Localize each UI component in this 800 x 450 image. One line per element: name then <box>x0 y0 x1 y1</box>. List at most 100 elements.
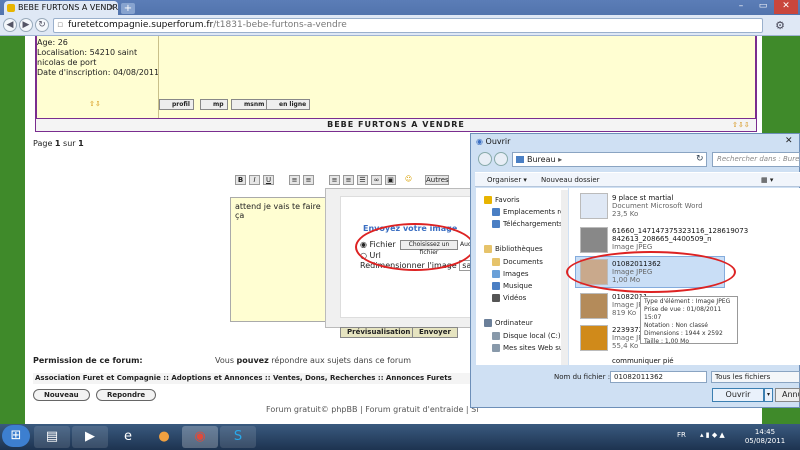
file-item[interactable]: 61660_147147375323116_128619073 842613_20… <box>612 227 748 251</box>
underline-button[interactable]: U <box>263 175 274 185</box>
image-thumbnail[interactable] <box>580 293 608 319</box>
nav-ordinateur[interactable]: Ordinateur <box>484 318 533 328</box>
preview-button[interactable]: Prévisualisation <box>340 327 418 338</box>
msnm-button[interactable]: msnm <box>231 99 269 110</box>
file-name: 9 place st martial <box>612 194 674 202</box>
align-center-icon[interactable]: ≡ <box>303 175 314 185</box>
nav-favoris[interactable]: Favoris <box>484 195 520 205</box>
nav-musique[interactable]: Musique <box>492 281 532 291</box>
file-item[interactable]: 9 place st martial Document Microsoft Wor… <box>612 194 703 218</box>
nav-bibliotheques[interactable]: Bibliothèques <box>484 244 543 254</box>
image-thumbnail[interactable] <box>580 325 608 351</box>
video-icon <box>492 294 500 302</box>
drive-icon <box>492 332 500 340</box>
media-player-icon[interactable]: ▶ <box>72 426 108 448</box>
dialog-title: ◉ Ouvrir <box>476 137 510 146</box>
nav-disque[interactable]: Disque local (C:) <box>492 331 561 341</box>
nav-documents[interactable]: Documents <box>492 257 543 267</box>
permission-prefix: Vous <box>215 356 237 365</box>
topic-arrows-icon[interactable]: ⇧⇩⇩ <box>732 121 750 129</box>
cancel-button[interactable]: Annu <box>775 388 800 402</box>
pager: Page 1 sur 1 <box>33 139 84 148</box>
browser-tab[interactable]: BEBE FURTONS A VENDRE ✕ <box>4 1 118 15</box>
tooltip-line: Dimensions : 1944 x 2592 <box>644 330 723 337</box>
word-doc-icon[interactable] <box>580 193 608 219</box>
bold-button[interactable]: B <box>235 175 246 185</box>
forward-icon[interactable]: ▶ <box>19 18 33 32</box>
reply-button[interactable]: Repondre <box>96 389 157 401</box>
clock-date: 05/08/2011 <box>744 437 786 445</box>
minimize-button[interactable]: – <box>730 0 752 14</box>
location-bar[interactable]: Bureau ▸ <box>512 152 707 167</box>
clock[interactable]: 14:45 05/08/2011 <box>740 428 790 446</box>
file-item[interactable]: communiquer pié <box>612 357 674 365</box>
new-folder-button[interactable]: Nouveau dossier <box>541 173 600 187</box>
tray-icons[interactable]: ▴ ▮ ◆ ▲ <box>700 431 725 439</box>
link-icon[interactable]: ∞ <box>371 175 382 185</box>
dialog-title-text: Ouvrir <box>485 137 511 146</box>
profile-panel: Age: 26 Localisation: 54210 saint nicola… <box>35 36 757 118</box>
image-thumbnail[interactable] <box>580 227 608 253</box>
organize-button[interactable]: Organiser ▾ <box>487 173 527 187</box>
address-bar[interactable]: ▫ furetetcompagnie.superforum.fr/t1831-b… <box>53 18 763 33</box>
page-icon: ▫ <box>57 20 64 30</box>
footer[interactable]: Forum gratuit© phpBB | Forum gratuit d'e… <box>266 405 478 414</box>
open-dropdown-icon[interactable]: ▾ <box>764 388 773 402</box>
file-size: 23,5 Ko <box>612 210 639 218</box>
dialog-search-input[interactable]: Rechercher dans : Bureau <box>712 152 800 167</box>
skype-icon[interactable]: S <box>220 426 256 448</box>
filetype-select[interactable]: Tous les fichiers <box>711 371 800 383</box>
start-button[interactable]: ⊞ <box>2 425 30 447</box>
tooltip-line: Notation : Non classé <box>644 322 708 329</box>
profile-location: Localisation: 54210 saint <box>37 48 138 57</box>
wrench-icon[interactable]: ⚙ <box>772 18 788 33</box>
align-right-icon[interactable]: ≡ <box>329 175 340 185</box>
nav-images[interactable]: Images <box>492 269 529 279</box>
new-tab-button[interactable]: + <box>121 3 135 14</box>
nav-videos[interactable]: Vidéos <box>492 293 526 303</box>
view-icon[interactable]: ▦ ▾ <box>761 173 773 187</box>
location-text: Bureau <box>527 155 556 164</box>
close-window-button[interactable]: ✕ <box>774 0 798 14</box>
tab-title: BEBE FURTONS A VENDRE <box>18 3 118 12</box>
firefox-icon[interactable]: ● <box>146 426 182 448</box>
list-icon[interactable]: ☰ <box>357 175 368 185</box>
navigation-pane: Favoris Emplacements ré Téléchargements … <box>476 188 568 365</box>
tooltip-line: Prise de vue : 01/08/2011 15:07 <box>644 306 722 321</box>
dialog-back-icon[interactable] <box>478 152 492 166</box>
new-topic-button[interactable]: Nouveau <box>33 389 90 401</box>
explorer-icon[interactable]: ▤ <box>34 426 70 448</box>
nav-sites[interactable]: Mes sites Web su <box>492 343 563 353</box>
justify-icon[interactable]: ≡ <box>343 175 354 185</box>
online-button[interactable]: en ligne <box>266 99 311 110</box>
arrows-icon[interactable]: ⇧⇩ <box>89 100 101 108</box>
italic-button[interactable]: I <box>249 175 260 185</box>
tab-close-icon[interactable]: ✕ <box>108 1 115 15</box>
dialog-refresh-icon[interactable]: ↻ <box>696 154 704 164</box>
dialog-close-icon[interactable]: ✕ <box>785 136 793 146</box>
open-button[interactable]: Ouvrir <box>712 388 764 402</box>
maximize-button[interactable]: ▭ <box>752 0 774 14</box>
breadcrumb[interactable]: Association Furet et Compagnie :: Adopti… <box>33 373 473 384</box>
favicon-icon <box>7 4 15 12</box>
ie-icon[interactable]: e <box>110 426 146 448</box>
nav-scrollbar[interactable] <box>561 190 568 365</box>
pm-button[interactable]: mp <box>200 99 228 110</box>
reload-icon[interactable]: ↻ <box>35 18 49 32</box>
dialog-toolbar: Organiser ▾ Nouveau dossier ▦ ▾ <box>475 172 800 187</box>
profile-button[interactable]: profil <box>159 99 194 110</box>
align-left-icon[interactable]: ≡ <box>289 175 300 185</box>
image-icon[interactable]: ▣ <box>385 175 396 185</box>
autres-button[interactable]: Autres <box>425 175 449 185</box>
filename-input[interactable]: 01082011362 <box>610 371 707 383</box>
language-indicator[interactable]: FR <box>677 431 686 439</box>
nav-telechargements[interactable]: Téléchargements <box>492 219 563 229</box>
back-icon[interactable]: ◀ <box>3 18 17 32</box>
chrome-taskbar-icon[interactable]: ◉ <box>182 426 218 448</box>
dialog-forward-icon[interactable] <box>494 152 508 166</box>
nav-emplacements[interactable]: Emplacements ré <box>492 207 564 217</box>
nav-label: Téléchargements <box>503 220 563 228</box>
message-textarea[interactable]: attend je vais te faire ça <box>230 197 330 322</box>
send-button[interactable]: Envoyer <box>412 327 458 338</box>
smiley-icon[interactable]: ☺ <box>403 175 414 185</box>
